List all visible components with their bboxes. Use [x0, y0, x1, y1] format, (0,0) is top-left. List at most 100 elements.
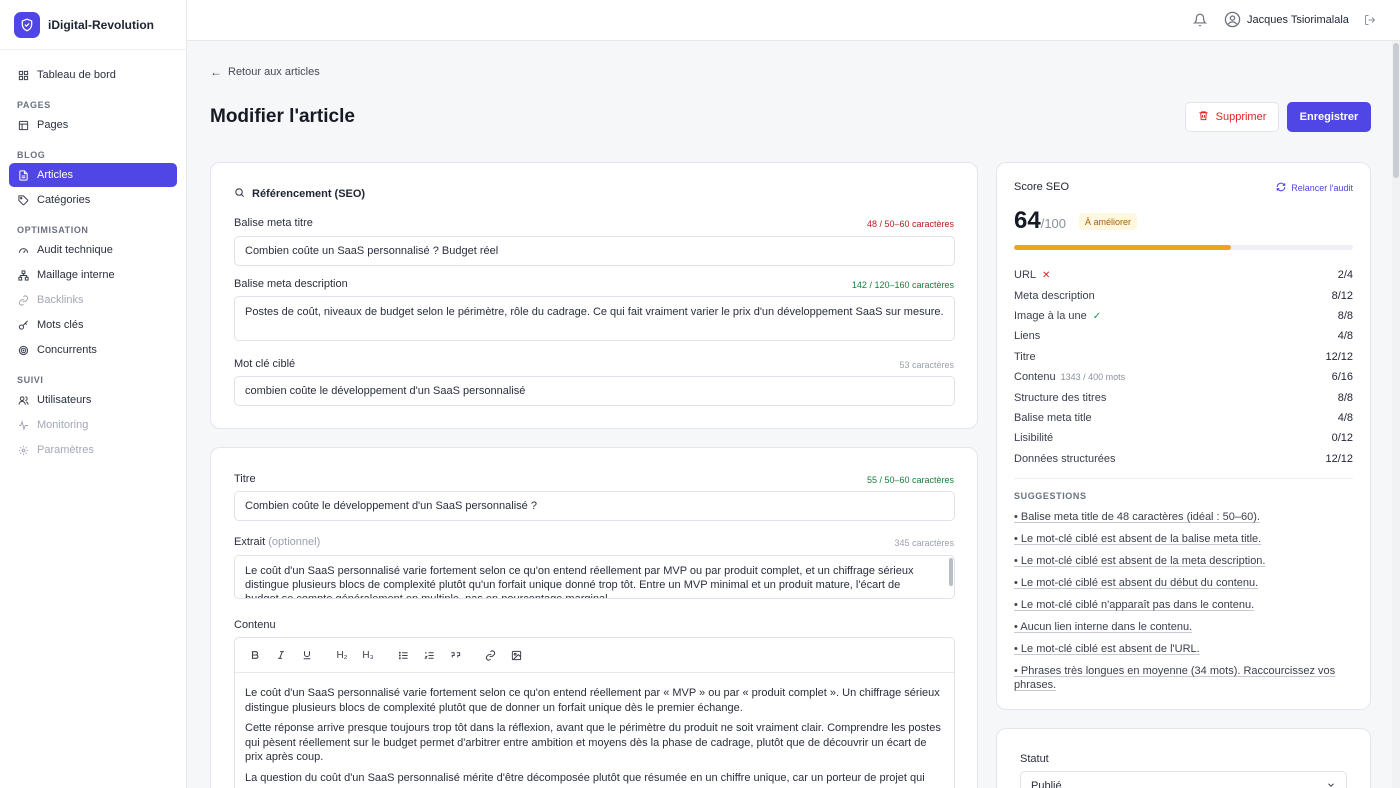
suggestion-item[interactable]: • Le mot-clé ciblé n'apparaît pas dans l…	[1014, 598, 1353, 612]
page-scrollbar[interactable]	[1392, 41, 1400, 788]
sidebar-item-label: Mots clés	[37, 319, 84, 331]
suggestion-item[interactable]: • Aucun lien interne dans le contenu.	[1014, 620, 1353, 634]
criterion-score: 4/8	[1337, 411, 1353, 424]
criterion-label: Données structurées	[1014, 452, 1116, 465]
heading-2-icon[interactable]: H₂	[332, 645, 352, 665]
criterion-left: Meta description	[1014, 290, 1095, 302]
page-scrollbar-thumb[interactable]	[1393, 43, 1399, 178]
sidebar-item-articles[interactable]: Articles	[9, 163, 177, 187]
meta-title-counter: 48 / 50–60 caractères	[866, 219, 954, 229]
criterion-label: URL	[1014, 269, 1037, 282]
suggestion-item[interactable]: • Le mot-clé ciblé est absent de la bali…	[1014, 532, 1353, 546]
criterion-label: Titre	[1014, 350, 1036, 363]
arrow-left-icon: ←	[210, 65, 222, 79]
score-criterion-row: Meta description 8/12	[1014, 285, 1353, 305]
brand[interactable]: iDigital-Revolution	[0, 0, 186, 50]
heading-3-icon[interactable]: H₃	[358, 645, 378, 665]
user-menu[interactable]: Jacques Tsiorimalala	[1224, 11, 1349, 28]
suggestions-title: SUGGESTIONS	[1014, 491, 1087, 501]
criterion-score: 2/4	[1337, 269, 1353, 282]
gauge-icon	[18, 245, 29, 256]
seo-card: Référencement (SEO) Balise meta titre 48…	[210, 162, 978, 429]
keyword-input[interactable]: combien coûte le développement d'un SaaS…	[234, 376, 955, 406]
delete-button[interactable]: Supprimer	[1185, 102, 1279, 132]
score-progress-fill	[1014, 245, 1231, 250]
sidebar-item-label: Monitoring	[37, 419, 89, 431]
score-criterion-row: Données structurées 12/12	[1014, 449, 1353, 469]
sidebar-item-audit[interactable]: Audit technique	[9, 238, 177, 262]
editor-content[interactable]: Le coût d'un SaaS personnalisé varie for…	[235, 673, 954, 788]
gear-icon	[18, 445, 29, 456]
criterion-note: 1343 / 400 mots	[1060, 372, 1126, 383]
sidebar-item-utilisateurs[interactable]: Utilisateurs	[9, 388, 177, 412]
status-card: Statut Publié	[996, 728, 1371, 788]
image-icon[interactable]	[506, 645, 526, 665]
excerpt-scrollbar[interactable]	[949, 558, 953, 586]
seo-heading-text: Référencement (SEO)	[252, 188, 366, 200]
criterion-left: Liens	[1014, 330, 1040, 342]
sidebar-item-maillage[interactable]: Maillage interne	[9, 263, 177, 287]
criterion-label: Image à la une	[1014, 309, 1087, 322]
sidebar-item-mots-cles[interactable]: Mots clés	[9, 313, 177, 337]
title-input[interactable]: Combien coûte le développement d'un SaaS…	[234, 491, 955, 521]
excerpt-textarea[interactable]: Le coût d'un SaaS personnalisé varie for…	[234, 555, 955, 599]
sidebar-item-label: Maillage interne	[37, 269, 115, 281]
sidebar-item-pages[interactable]: Pages	[9, 113, 177, 137]
italic-icon[interactable]	[271, 645, 291, 665]
meta-description-textarea[interactable]: Postes de coût, niveaux de budget selon …	[234, 296, 955, 341]
sidebar-item-backlinks[interactable]: Backlinks	[9, 288, 177, 312]
criterion-left: Données structurées	[1014, 453, 1116, 465]
back-to-articles-link[interactable]: ← Retour aux articles	[210, 65, 320, 79]
sidebar-item-label: Paramètres	[37, 444, 94, 456]
sidebar-item-monitoring[interactable]: Monitoring	[9, 413, 177, 437]
bold-icon[interactable]	[245, 645, 265, 665]
suggestion-item[interactable]: • Le mot-clé ciblé est absent de la meta…	[1014, 554, 1353, 568]
bullet-list-icon[interactable]	[393, 645, 413, 665]
section-pages: PAGES	[17, 100, 51, 110]
user-circle-icon	[1224, 11, 1241, 28]
sidebar-item-label: Pages	[37, 119, 69, 131]
sidebar: iDigital-Revolution Tableau de bord PAGE…	[0, 0, 187, 788]
rerun-audit-button[interactable]: Relancer l'audit	[1276, 182, 1353, 194]
bell-icon[interactable]	[1192, 13, 1208, 30]
status-select[interactable]: Publié	[1020, 771, 1347, 788]
criterion-score: 8/12	[1331, 289, 1353, 302]
criterion-score: 8/8	[1337, 391, 1353, 404]
save-button[interactable]: Enregistrer	[1287, 102, 1371, 132]
suggestion-item[interactable]: • Le mot-clé ciblé est absent de l'URL.	[1014, 642, 1353, 656]
ordered-list-icon[interactable]	[419, 645, 439, 665]
sidebar-item-label: Articles	[37, 169, 74, 181]
criterion-left: Structure des titres	[1014, 392, 1106, 404]
suggestion-item[interactable]: • Balise meta title de 48 caractères (id…	[1014, 510, 1353, 524]
score-number: 64	[1014, 207, 1041, 234]
excerpt-counter: 345 caractères	[894, 538, 954, 548]
criterion-label: Balise meta title	[1014, 411, 1092, 424]
sidebar-item-concurrents[interactable]: Concurrents	[9, 338, 177, 362]
link-icon[interactable]	[480, 645, 500, 665]
key-icon	[18, 320, 29, 331]
users-icon	[18, 395, 29, 406]
quote-icon[interactable]	[445, 645, 465, 665]
rerun-label: Relancer l'audit	[1291, 183, 1353, 193]
score-criterion-row: Structure des titres 8/8	[1014, 387, 1353, 407]
underline-icon[interactable]	[297, 645, 317, 665]
suggestion-item[interactable]: • Le mot-clé ciblé est absent du début d…	[1014, 576, 1353, 590]
sidebar-item-label: Audit technique	[37, 244, 113, 256]
criterion-label: Lisibilité	[1014, 432, 1054, 445]
logout-icon[interactable]	[1364, 14, 1376, 29]
suggestion-item[interactable]: • Phrases très longues en moyenne (34 mo…	[1014, 664, 1353, 692]
score-status-badge: À améliorer	[1079, 213, 1138, 230]
criterion-score: 8/8	[1337, 309, 1353, 322]
criterion-left: Contenu 1343 / 400 mots	[1014, 371, 1125, 383]
sidebar-item-categories[interactable]: Catégories	[9, 188, 177, 212]
topbar: Jacques Tsiorimalala	[187, 0, 1400, 41]
activity-icon	[18, 419, 29, 431]
section-suivi: SUIVI	[17, 375, 44, 385]
sidebar-item-dashboard[interactable]: Tableau de bord	[9, 63, 177, 87]
excerpt-label: Extrait (optionnel)	[234, 536, 320, 548]
title-label: Titre	[234, 473, 256, 485]
sidebar-item-parametres[interactable]: Paramètres	[9, 438, 177, 462]
seo-heading: Référencement (SEO)	[234, 187, 365, 201]
meta-title-input[interactable]: Combien coûte un SaaS personnalisé ? Bud…	[234, 236, 955, 266]
criterion-left: Titre	[1014, 351, 1036, 363]
